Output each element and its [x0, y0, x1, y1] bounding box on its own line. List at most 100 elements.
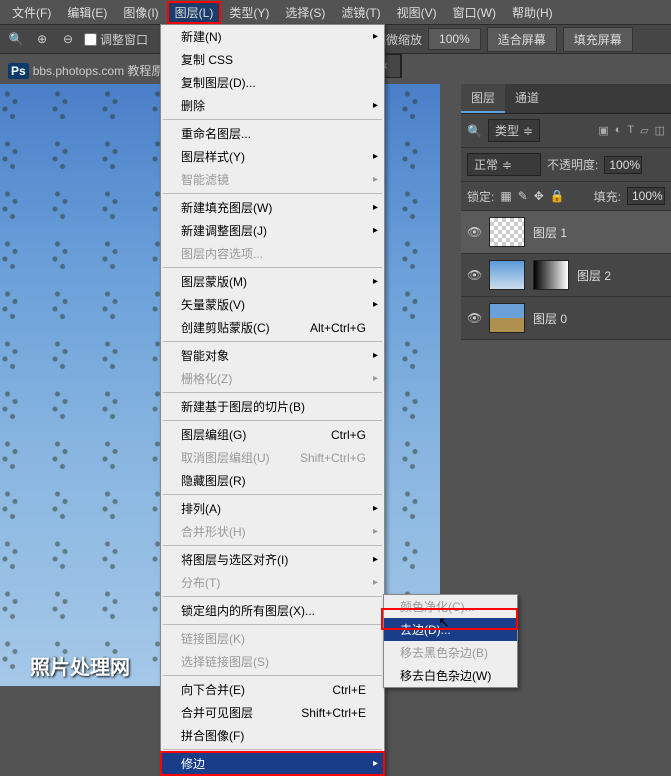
- layer-thumbnail[interactable]: [489, 217, 525, 247]
- menu-item[interactable]: 重命名图层...: [161, 122, 384, 145]
- layer-thumbnail[interactable]: [489, 260, 525, 290]
- menu-item-label: 图层蒙版(M): [181, 273, 247, 290]
- menu-item-label: 智能对象: [181, 347, 229, 364]
- menu-item[interactable]: 复制 CSS: [161, 48, 384, 71]
- menu-item[interactable]: 隐藏图层(R): [161, 469, 384, 492]
- menu-item[interactable]: 拼合图像(F): [161, 724, 384, 747]
- menu-shortcut: Alt+Ctrl+G: [310, 321, 366, 335]
- menu-item-label: 取消图层编组(U): [181, 449, 270, 466]
- submenu-item: 颜色净化(C)...: [384, 595, 517, 618]
- menu-item[interactable]: 复制图层(D)...: [161, 71, 384, 94]
- menu-item: 链接图层(K): [161, 627, 384, 650]
- lock-all-icon[interactable]: 🔒: [550, 189, 565, 203]
- pixel-filter-icon[interactable]: ▣: [598, 124, 608, 137]
- lock-label: 锁定:: [467, 188, 494, 205]
- menu-item-label: 新建填充图层(W): [181, 199, 272, 216]
- layer-row[interactable]: 👁 图层 0: [461, 297, 671, 340]
- fill-screen-button[interactable]: 填充屏幕: [563, 27, 633, 52]
- menu-item[interactable]: 排列(A): [161, 497, 384, 520]
- shape-filter-icon[interactable]: ▱: [640, 124, 648, 137]
- opacity-input[interactable]: 100%: [604, 156, 642, 174]
- menu-item[interactable]: 新建填充图层(W): [161, 196, 384, 219]
- lock-pos-icon[interactable]: ✥: [534, 189, 544, 203]
- filter-type-select[interactable]: 类型≑: [488, 119, 540, 142]
- menu-item[interactable]: 图层编组(G)Ctrl+G: [161, 423, 384, 446]
- submenu-item[interactable]: 去边(D)...: [384, 618, 517, 641]
- menu-item[interactable]: 删除: [161, 94, 384, 117]
- layer-mask-thumbnail[interactable]: [533, 260, 569, 290]
- fill-label: 填充:: [594, 188, 621, 205]
- menu-item[interactable]: 向下合并(E) Ctrl+E: [161, 678, 384, 701]
- blend-mode-select[interactable]: 正常≑: [467, 153, 541, 176]
- filter-icon[interactable]: 🔍: [467, 124, 482, 138]
- menu-item[interactable]: 新建(N): [161, 25, 384, 48]
- fit-screen-button[interactable]: 适合屏幕: [487, 27, 557, 52]
- resize-window-checkbox[interactable]: 调整窗口: [84, 31, 148, 48]
- menu-item-label: 向下合并(E): [181, 681, 245, 698]
- adjust-filter-icon[interactable]: ◐: [615, 124, 622, 137]
- layer-thumbnail[interactable]: [489, 303, 525, 333]
- resize-window-check[interactable]: [84, 33, 97, 46]
- menu-文件[interactable]: 文件(F): [4, 1, 59, 24]
- layer-name[interactable]: 图层 2: [577, 267, 611, 284]
- menu-item[interactable]: 新建调整图层(J): [161, 219, 384, 242]
- tab-channels[interactable]: 通道: [505, 84, 549, 113]
- menu-编辑[interactable]: 编辑(E): [59, 1, 115, 24]
- menu-滤镜[interactable]: 滤镜(T): [333, 1, 388, 24]
- separator: [163, 193, 382, 194]
- separator: [163, 675, 382, 676]
- layer-row[interactable]: 👁 图层 2: [461, 254, 671, 297]
- visibility-icon[interactable]: 👁: [467, 225, 481, 239]
- separator: [163, 494, 382, 495]
- zoom-tool-icon[interactable]: 🔍: [6, 29, 26, 49]
- menu-item[interactable]: 矢量蒙版(V): [161, 293, 384, 316]
- menu-item[interactable]: 修边: [161, 752, 384, 775]
- menu-item[interactable]: 锁定组内的所有图层(X)...: [161, 599, 384, 622]
- menu-item-label: 智能滤镜: [181, 171, 229, 188]
- menu-选择[interactable]: 选择(S): [277, 1, 333, 24]
- menu-item[interactable]: 合并可见图层Shift+Ctrl+E: [161, 701, 384, 724]
- menu-窗口[interactable]: 窗口(W): [445, 1, 504, 24]
- smart-filter-icon[interactable]: ◫: [655, 124, 665, 137]
- watermark: Ps bbs.photops.com 教程原: [8, 62, 163, 79]
- layer-row[interactable]: 👁 图层 1: [461, 211, 671, 254]
- menu-item[interactable]: 图层样式(Y): [161, 145, 384, 168]
- layer-list: 👁 图层 1 👁 图层 2 👁 图层 0: [461, 211, 671, 340]
- menu-item[interactable]: 图层蒙版(M): [161, 270, 384, 293]
- menu-图像[interactable]: 图像(I): [115, 1, 166, 24]
- menu-item-label: 图层内容选项...: [181, 245, 263, 262]
- menu-帮助[interactable]: 帮助(H): [504, 1, 561, 24]
- zoom-out-icon[interactable]: ⊖: [58, 29, 78, 49]
- fill-input[interactable]: 100%: [627, 187, 665, 205]
- menu-图层[interactable]: 图层(L): [167, 1, 222, 24]
- submenu-item[interactable]: 移去白色杂边(W): [384, 664, 517, 687]
- layer-name[interactable]: 图层 1: [533, 224, 567, 241]
- separator: [163, 392, 382, 393]
- menu-item-label: 矢量蒙版(V): [181, 296, 245, 313]
- zoom-in-icon[interactable]: ⊕: [32, 29, 52, 49]
- menu-item-label: 选择链接图层(S): [181, 653, 269, 670]
- menu-item[interactable]: 创建剪贴蒙版(C)Alt+Ctrl+G: [161, 316, 384, 339]
- lock-pixel-icon[interactable]: ✎: [518, 189, 528, 203]
- menu-item-label: 锁定组内的所有图层(X)...: [181, 602, 315, 619]
- filter-row: 🔍 类型≑ ▣ ◐ T ▱ ◫: [461, 114, 671, 148]
- layer-name[interactable]: 图层 0: [533, 310, 567, 327]
- menu-item-label: 将图层与选区对齐(I): [181, 551, 288, 568]
- menu-shortcut: Ctrl+E: [332, 683, 366, 697]
- menu-item[interactable]: 智能对象: [161, 344, 384, 367]
- panel-tabs: 图层 通道: [461, 84, 671, 114]
- zoom-value-button[interactable]: 100%: [428, 28, 481, 50]
- menu-item[interactable]: 新建基于图层的切片(B): [161, 395, 384, 418]
- separator: [163, 624, 382, 625]
- menu-item: 栅格化(Z): [161, 367, 384, 390]
- menu-视图[interactable]: 视图(V): [389, 1, 445, 24]
- type-filter-icon[interactable]: T: [627, 124, 634, 137]
- visibility-icon[interactable]: 👁: [467, 268, 481, 282]
- menu-shortcut: Shift+Ctrl+E: [301, 706, 366, 720]
- lock-trans-icon[interactable]: ▦: [500, 189, 511, 203]
- menu-item-label: 合并形状(H): [181, 523, 246, 540]
- menu-item[interactable]: 将图层与选区对齐(I): [161, 548, 384, 571]
- visibility-icon[interactable]: 👁: [467, 311, 481, 325]
- tab-layers[interactable]: 图层: [461, 84, 505, 113]
- menu-类型[interactable]: 类型(Y): [221, 1, 277, 24]
